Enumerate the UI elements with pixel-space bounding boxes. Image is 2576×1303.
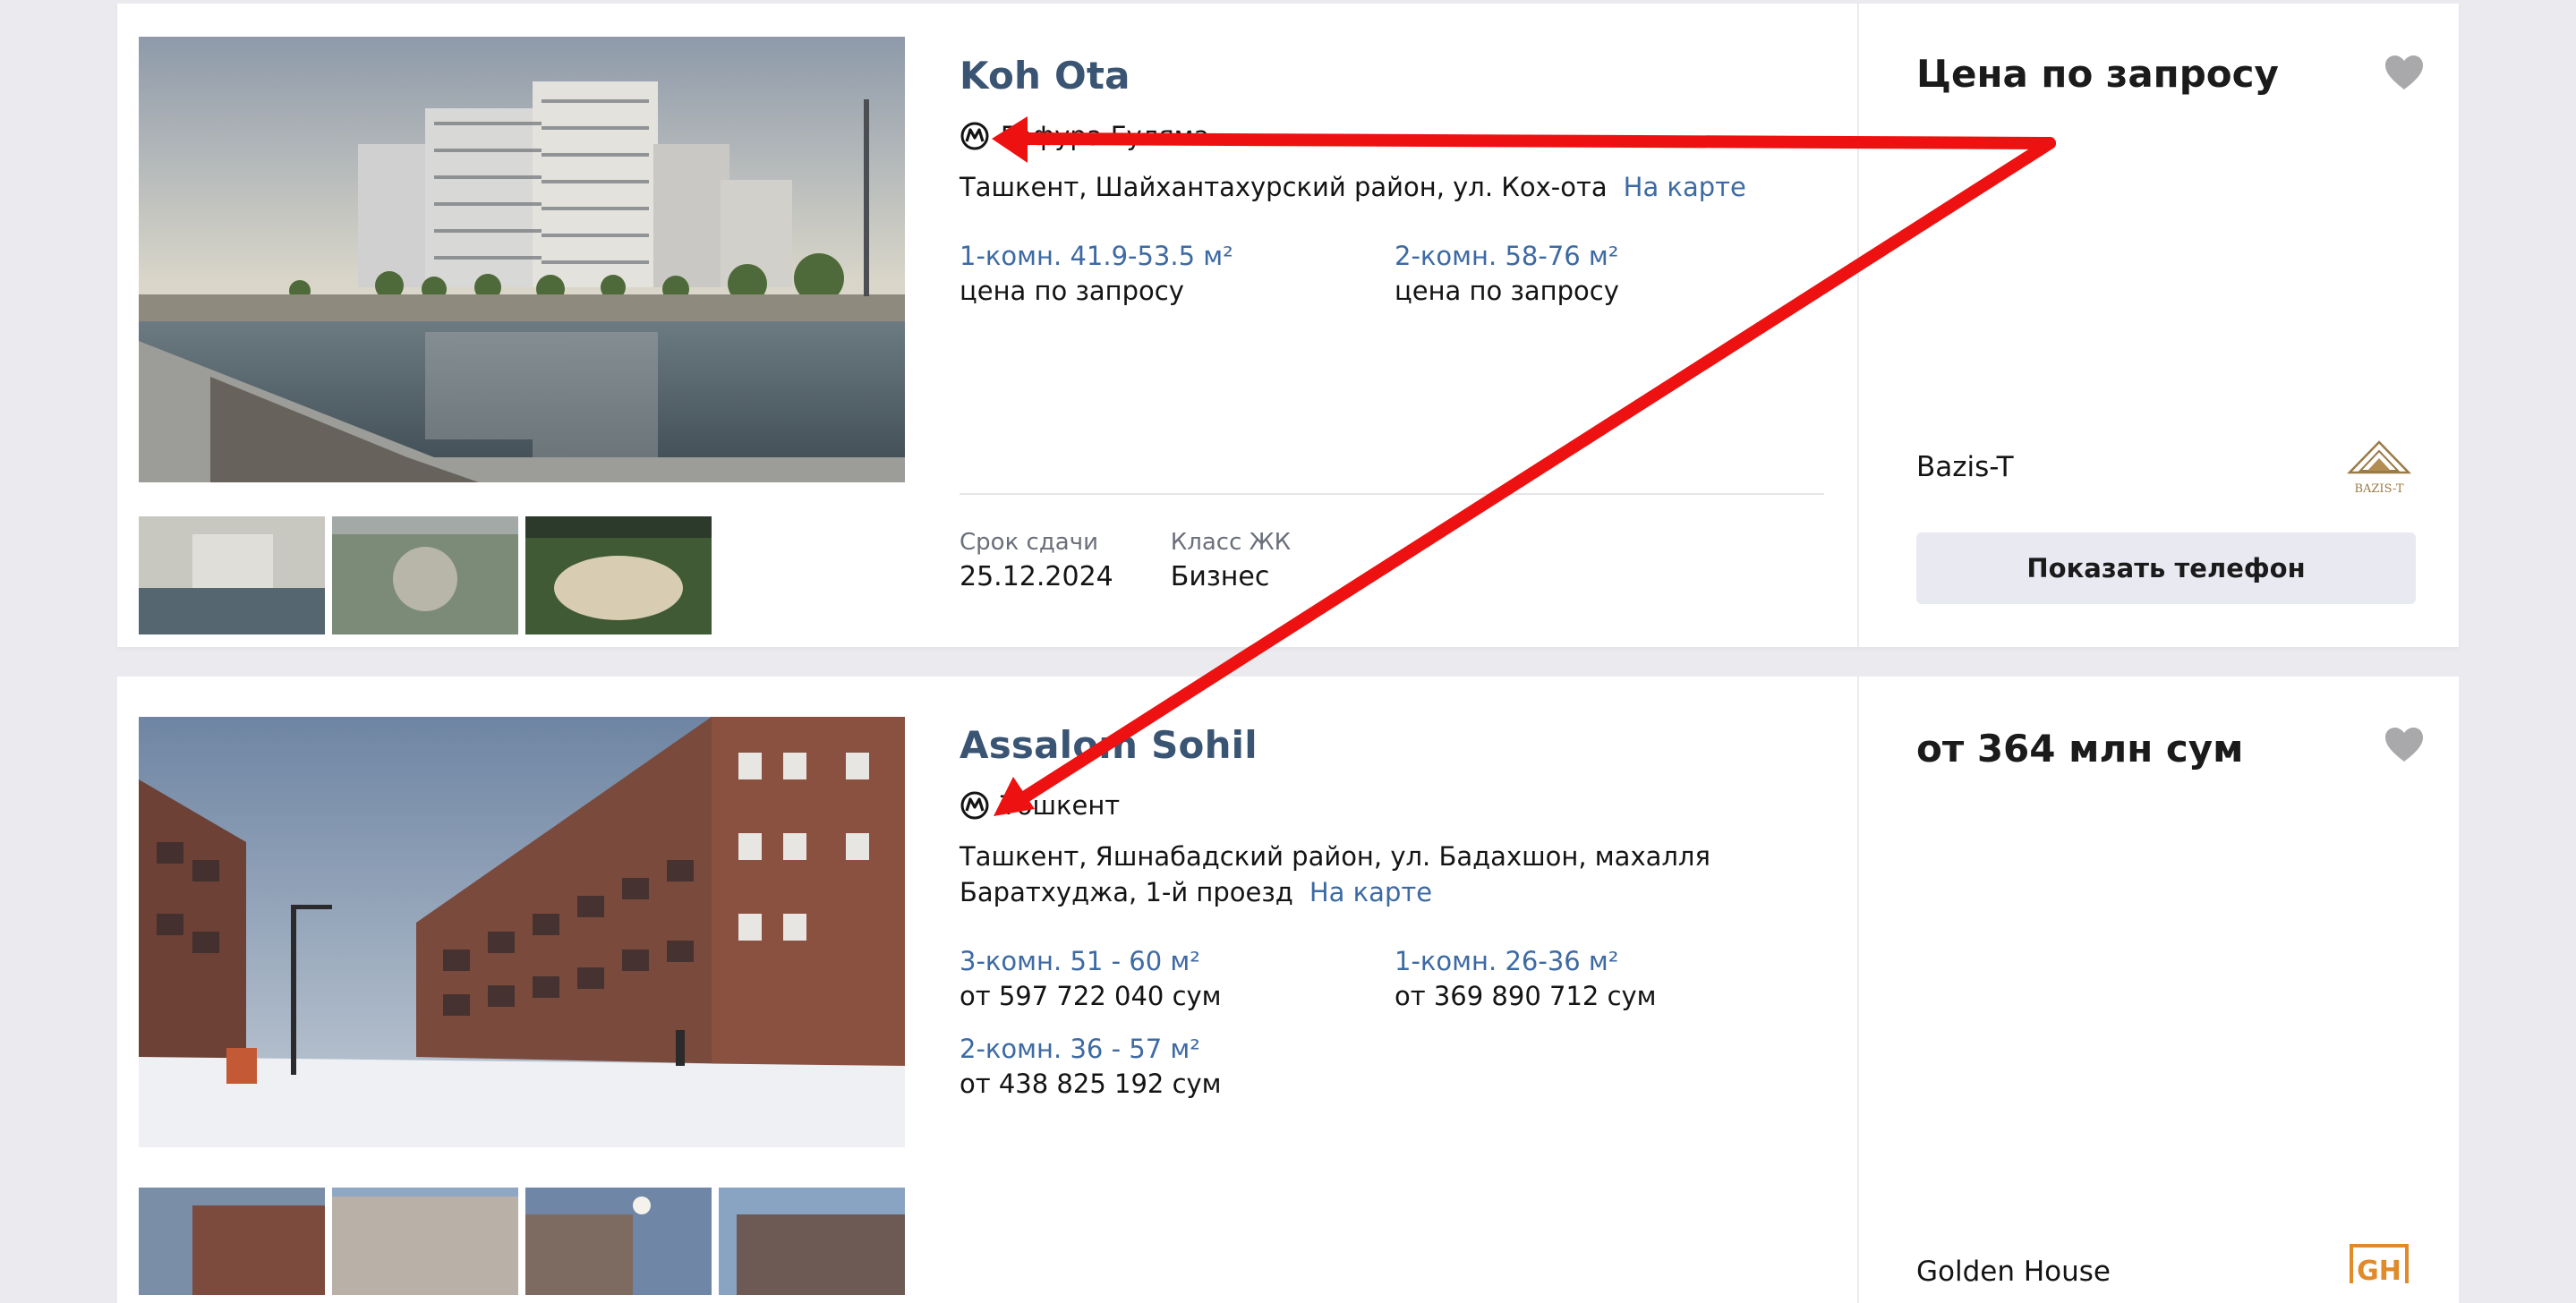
thumbnail-3[interactable] [525, 1188, 712, 1295]
map-link[interactable]: На карте [1624, 172, 1746, 202]
room-price: от 369 890 712 сум [1395, 981, 1657, 1011]
deadline: Срок сдачи 25.12.2024 [960, 526, 1113, 596]
room-option[interactable]: 1-комн. 41.9-53.5 м² цена по запросу [960, 239, 1395, 309]
room-option[interactable]: 1-комн. 26-36 м² от 369 890 712 сум [1395, 944, 1830, 1014]
address: Ташкент, Яшнабадский район, ул. Бадахшон… [960, 839, 1942, 910]
thumbnail-1[interactable] [139, 1188, 325, 1295]
metro-name: Тошкент [1001, 790, 1121, 821]
room-options: 1-комн. 41.9-53.5 м² цена по запросу 2-к… [960, 239, 1942, 309]
class-label: Класс ЖК [1170, 529, 1292, 556]
developer-name[interactable]: Bazis-T [1916, 451, 2014, 483]
address-text: Ташкент, Шайхантахурский район, ул. Кох-… [960, 172, 1608, 202]
class-value: Бизнес [1170, 561, 1270, 592]
listing-price: от 364 млн сум [1916, 727, 2244, 771]
price-panel: Цена по запросу [1916, 52, 2418, 96]
map-link[interactable]: На карте [1309, 877, 1432, 907]
show-phone-button[interactable]: Показать телефон [1916, 532, 2416, 604]
listing-card-koh-ota[interactable]: Koh Ota Гафура Гуляма Ташкент, Шайхантах… [117, 4, 2459, 647]
thumbnail-1[interactable] [139, 516, 325, 634]
deadline-label: Срок сдачи [960, 529, 1098, 556]
address-line-1: Ташкент, Яшнабадский район, ул. Бадахшон… [960, 841, 1710, 872]
room-option[interactable]: 2-комн. 36 - 57 м² от 438 825 192 сум [960, 1032, 1395, 1102]
room-type: 3-комн. 51 - 60 м² [960, 946, 1200, 976]
listing-main-photo[interactable] [139, 717, 905, 1147]
address-line-2: Баратхуджа, 1-й проезд [960, 877, 1293, 907]
metro-icon [960, 791, 989, 820]
metro-icon [960, 122, 989, 150]
favorite-heart-icon[interactable] [2384, 54, 2425, 91]
listing-card-assalom-sohil[interactable]: Assalom Sohil Тошкент Ташкент, Яшнабадск… [117, 677, 2459, 1303]
room-price: цена по запросу [960, 276, 1184, 306]
thumbnail-4[interactable] [719, 1188, 905, 1295]
room-option[interactable]: 2-комн. 58-76 м² цена по запросу [1395, 239, 1830, 309]
room-price: от 438 825 192 сум [960, 1069, 1222, 1099]
thumbnail-3[interactable] [525, 516, 712, 634]
building-riverfront-image [139, 37, 905, 482]
thumbnail-2[interactable] [332, 1188, 518, 1295]
metro-station: Гафура Гуляма [960, 121, 1942, 151]
photo-thumbnails [139, 516, 712, 634]
svg-text:BAZIS-T: BAZIS-T [2354, 482, 2403, 496]
golden-house-logo[interactable]: GH [2350, 1244, 2409, 1283]
room-option[interactable]: 3-комн. 51 - 60 м² от 597 722 040 сум [960, 944, 1395, 1014]
room-type: 2-комн. 58-76 м² [1395, 241, 1619, 271]
listing-info: Koh Ota Гафура Гуляма Ташкент, Шайхантах… [960, 54, 1942, 309]
listing-price: Цена по запросу [1916, 52, 2279, 96]
room-type: 1-комн. 26-36 м² [1395, 946, 1619, 976]
listing-main-photo[interactable] [139, 37, 905, 482]
column-separator [1857, 4, 1859, 647]
metro-station: Тошкент [960, 790, 1942, 821]
listing-title[interactable]: Assalom Sohil [960, 723, 1942, 767]
bazis-t-logo[interactable]: BAZIS-T [2346, 439, 2412, 501]
room-type: 1-комн. 41.9-53.5 м² [960, 241, 1233, 271]
listing-title[interactable]: Koh Ota [960, 54, 1942, 98]
room-options: 3-комн. 51 - 60 м² от 597 722 040 сум 1-… [960, 944, 1942, 1102]
thumbnail-2[interactable] [332, 516, 518, 634]
room-price: от 597 722 040 сум [960, 981, 1222, 1011]
column-separator [1857, 677, 1859, 1303]
listing-meta: Срок сдачи 25.12.2024 Класс ЖК Бизнес [960, 526, 1291, 596]
room-price: цена по запросу [1395, 276, 1619, 306]
photo-thumbnails [139, 1188, 905, 1295]
room-type: 2-комн. 36 - 57 м² [960, 1034, 1200, 1064]
listing-info: Assalom Sohil Тошкент Ташкент, Яшнабадск… [960, 723, 1942, 1102]
price-panel: от 364 млн сум [1916, 727, 2418, 771]
address: Ташкент, Шайхантахурский район, ул. Кох-… [960, 169, 1942, 205]
svg-text:GH: GH [2357, 1256, 2401, 1283]
favorite-heart-icon[interactable] [2384, 726, 2425, 763]
winter-residential-image [139, 717, 905, 1147]
metro-name: Гафура Гуляма [1001, 121, 1210, 151]
complex-class: Класс ЖК Бизнес [1171, 526, 1291, 596]
divider [960, 493, 1824, 495]
deadline-value: 25.12.2024 [960, 561, 1113, 592]
